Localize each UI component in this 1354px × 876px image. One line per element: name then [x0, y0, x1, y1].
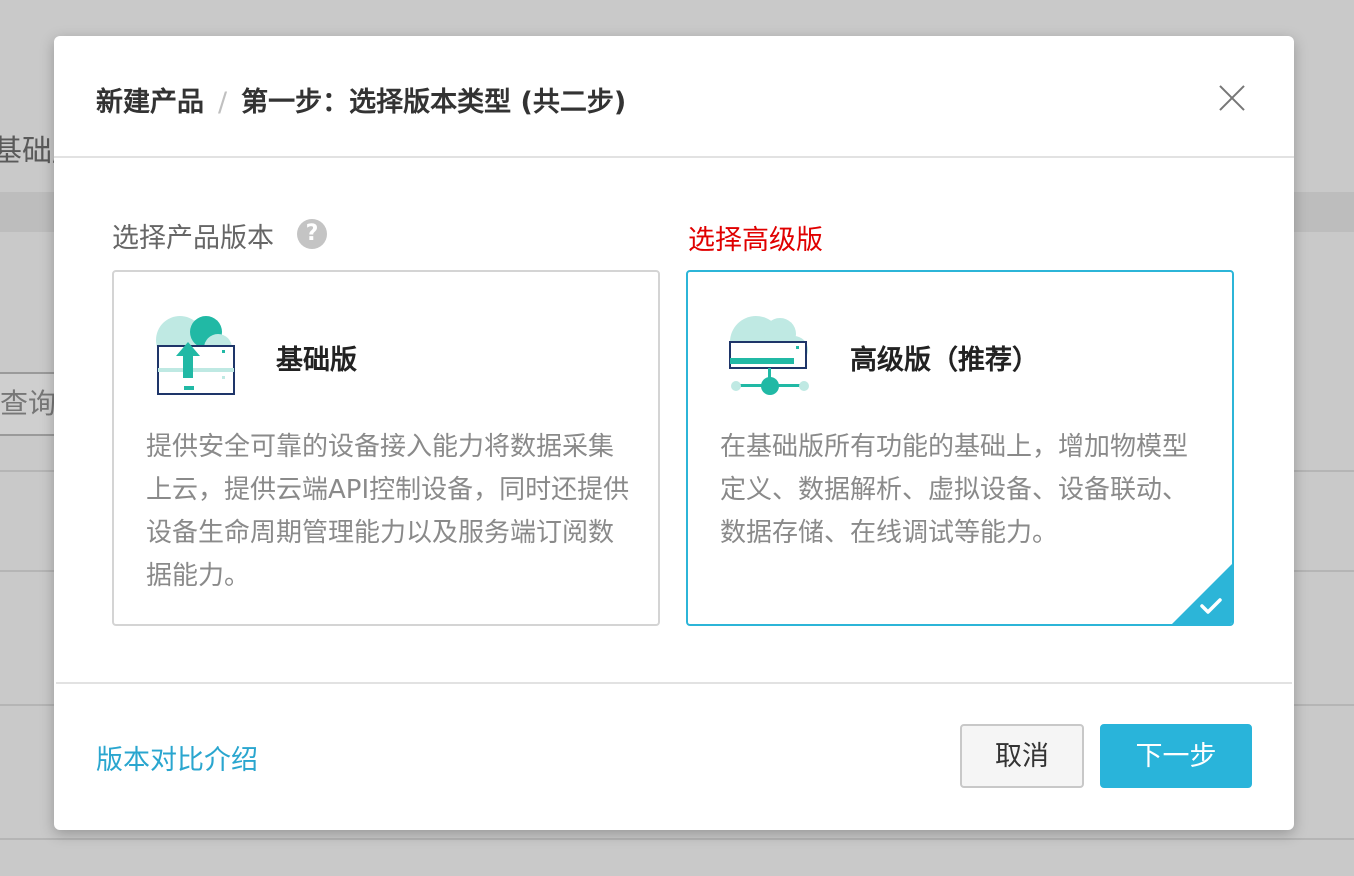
check-icon: [1200, 598, 1222, 614]
pro-edition-card[interactable]: 高级版（推荐） 在基础版所有功能的基础上，增加物模型定义、数据解析、虚拟设备、设…: [686, 270, 1234, 626]
version-compare-link[interactable]: 版本对比介绍: [96, 738, 258, 777]
annotation-text: 选择高级版: [688, 225, 823, 256]
breadcrumb-root: 新建产品: [96, 87, 204, 118]
close-icon[interactable]: [1218, 84, 1246, 112]
help-icon[interactable]: ?: [297, 219, 327, 249]
basic-edition-card[interactable]: 基础版 提供安全可靠的设备接入能力将数据采集上云，提供云端API控制设备，同时还…: [112, 270, 660, 626]
cloud-network-icon: [729, 316, 809, 395]
footer-divider: [56, 682, 1292, 684]
background-query-button: 查询: [0, 372, 60, 436]
breadcrumb-step: 第一步：选择版本类型 (共二步): [241, 87, 627, 118]
cloud-upload-icon: [156, 316, 235, 395]
cancel-button[interactable]: 取消: [960, 724, 1084, 788]
card-description: 在基础版所有功能的基础上，增加物模型定义、数据解析、虚拟设备、设备联动、数据存储…: [720, 432, 1189, 548]
dialog-title: 新建产品 / 第一步：选择版本类型 (共二步): [96, 80, 626, 119]
section-label: 选择产品版本: [112, 223, 274, 254]
selected-corner: [1172, 564, 1232, 624]
card-description: 提供安全可靠的设备接入能力将数据采集上云，提供云端API控制设备，同时还提供设备…: [146, 432, 630, 591]
next-step-button[interactable]: 下一步: [1100, 724, 1252, 788]
dialog-header: 新建产品 / 第一步：选择版本类型 (共二步): [54, 36, 1294, 158]
background-divider: [0, 838, 1354, 840]
card-title: 基础版: [276, 345, 357, 376]
card-title: 高级版（推荐）: [850, 345, 1039, 376]
breadcrumb-separator: /: [218, 87, 228, 118]
create-product-dialog: 新建产品 / 第一步：选择版本类型 (共二步) 选择产品版本 ? 选择高级版 基础版…: [54, 36, 1294, 830]
